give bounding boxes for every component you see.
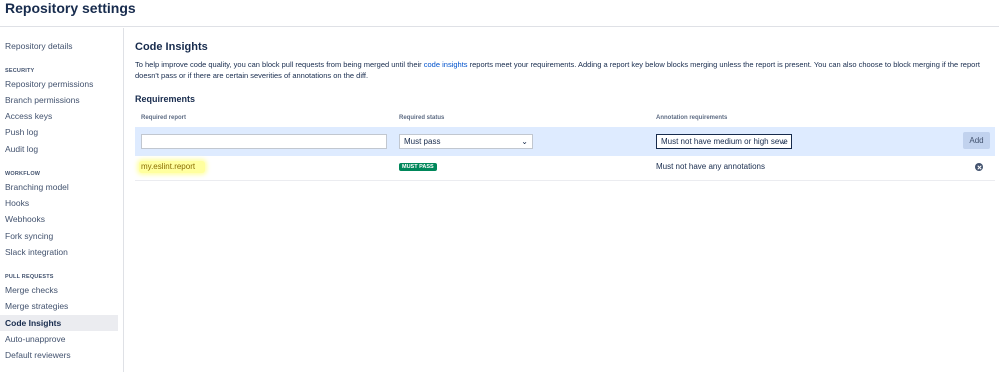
column-header-status: Required status	[399, 115, 445, 121]
close-circle-icon[interactable]	[975, 163, 983, 171]
sidebar-item-slack-integration[interactable]: Slack integration	[0, 244, 118, 260]
required-status-value: Must pass	[404, 137, 441, 146]
sidebar-item-repository-permissions[interactable]: Repository permissions	[0, 76, 118, 92]
page-header: Repository settings	[0, 0, 999, 27]
sidebar-group-pull-requests: PULL REQUESTS	[5, 274, 54, 280]
required-report-input[interactable]	[141, 134, 387, 149]
status-badge: MUST PASS	[399, 163, 437, 171]
description-text-start: To help improve code quality, you can bl…	[135, 60, 424, 69]
annotation-requirement: Must not have any annotations	[656, 162, 765, 171]
sidebar-item-hooks[interactable]: Hooks	[0, 195, 118, 211]
settings-sidebar: Repository details SECURITY Repository p…	[0, 28, 124, 372]
sidebar-item-merge-strategies[interactable]: Merge strategies	[0, 298, 118, 314]
sidebar-item-push-log[interactable]: Push log	[0, 124, 118, 140]
annotation-requirement-value: Must not have medium or high seve	[661, 137, 788, 146]
sidebar-item-webhooks[interactable]: Webhooks	[0, 211, 118, 227]
report-key: my.eslint.report	[139, 161, 206, 173]
code-insights-link[interactable]: code insights	[424, 60, 468, 69]
table-row: my.eslint.report MUST PASS Must not have…	[135, 158, 995, 181]
sidebar-item-default-reviewers[interactable]: Default reviewers	[0, 347, 118, 363]
chevron-down-icon: ⌄	[521, 137, 528, 146]
page-title: Repository settings	[5, 0, 136, 16]
section-title: Code Insights	[135, 41, 208, 53]
sidebar-item-audit-log[interactable]: Audit log	[0, 141, 118, 157]
sidebar-item-code-insights[interactable]: Code Insights	[0, 315, 118, 331]
add-button[interactable]: Add	[963, 132, 990, 149]
sidebar-item-access-keys[interactable]: Access keys	[0, 108, 118, 124]
sidebar-group-security: SECURITY	[5, 68, 35, 74]
sidebar-item-branching-model[interactable]: Branching model	[0, 179, 118, 195]
column-header-annotation: Annotation requirements	[656, 115, 728, 121]
requirements-title: Requirements	[135, 94, 196, 104]
required-status-select[interactable]: Must pass ⌄	[399, 134, 533, 149]
description: To help improve code quality, you can bl…	[135, 59, 995, 81]
sidebar-item-branch-permissions[interactable]: Branch permissions	[0, 92, 118, 108]
sidebar-item-merge-checks[interactable]: Merge checks	[0, 282, 118, 298]
sidebar-item-repository-details[interactable]: Repository details	[0, 38, 118, 54]
add-requirement-row: Must pass ⌄ Must not have medium or high…	[135, 127, 995, 156]
column-header-report: Required report	[141, 115, 187, 121]
chevron-down-icon: ⌄	[780, 137, 787, 146]
sidebar-item-auto-unapprove[interactable]: Auto-unapprove	[0, 331, 118, 347]
sidebar-group-workflow: WORKFLOW	[5, 171, 41, 177]
annotation-requirement-select[interactable]: Must not have medium or high seve ⌄	[656, 134, 792, 149]
sidebar-item-fork-syncing[interactable]: Fork syncing	[0, 228, 118, 244]
